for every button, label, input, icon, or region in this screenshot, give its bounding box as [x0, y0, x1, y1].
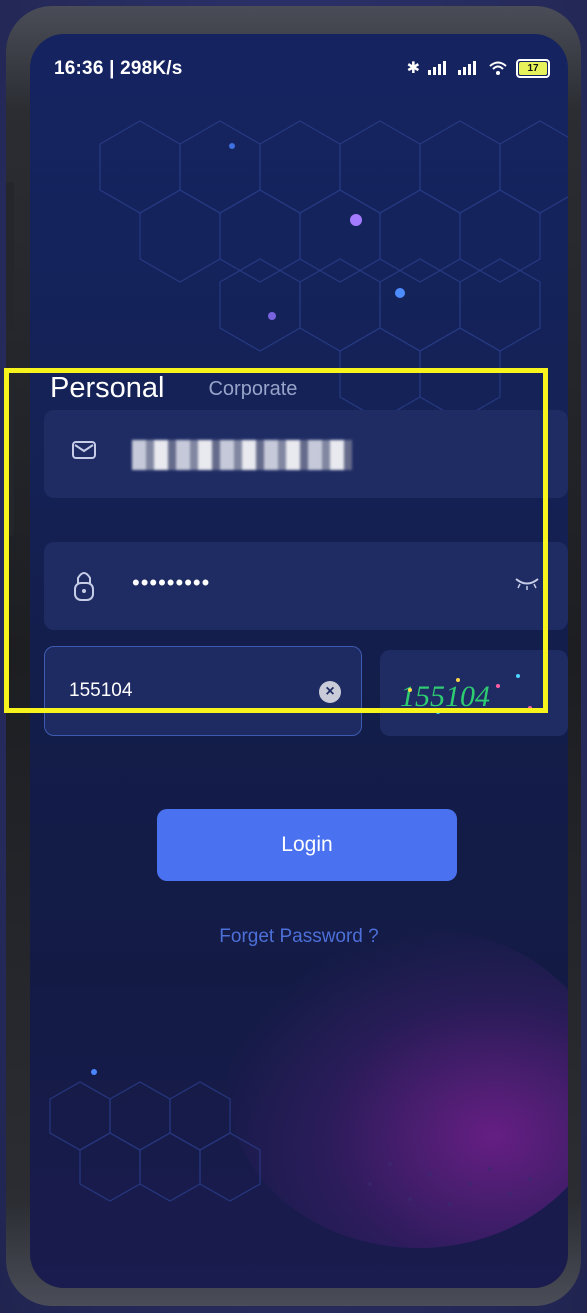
bluetooth-icon: ✱ — [406, 60, 420, 77]
signal-icon — [428, 61, 446, 75]
signal-icon-2 — [458, 61, 476, 75]
status-icons: ✱ 17 — [407, 58, 550, 78]
wifi-icon — [489, 61, 507, 75]
forget-password-link[interactable]: Forget Password ? — [30, 926, 568, 948]
volume-button — [6, 182, 14, 332]
status-time: 16:36 | 298K/s — [54, 58, 183, 79]
login-button[interactable]: Login — [157, 809, 457, 881]
battery-icon: 17 — [516, 58, 550, 78]
highlight-box — [4, 368, 548, 713]
status-bar: 16:36 | 298K/s ✱ 17 — [30, 34, 568, 104]
